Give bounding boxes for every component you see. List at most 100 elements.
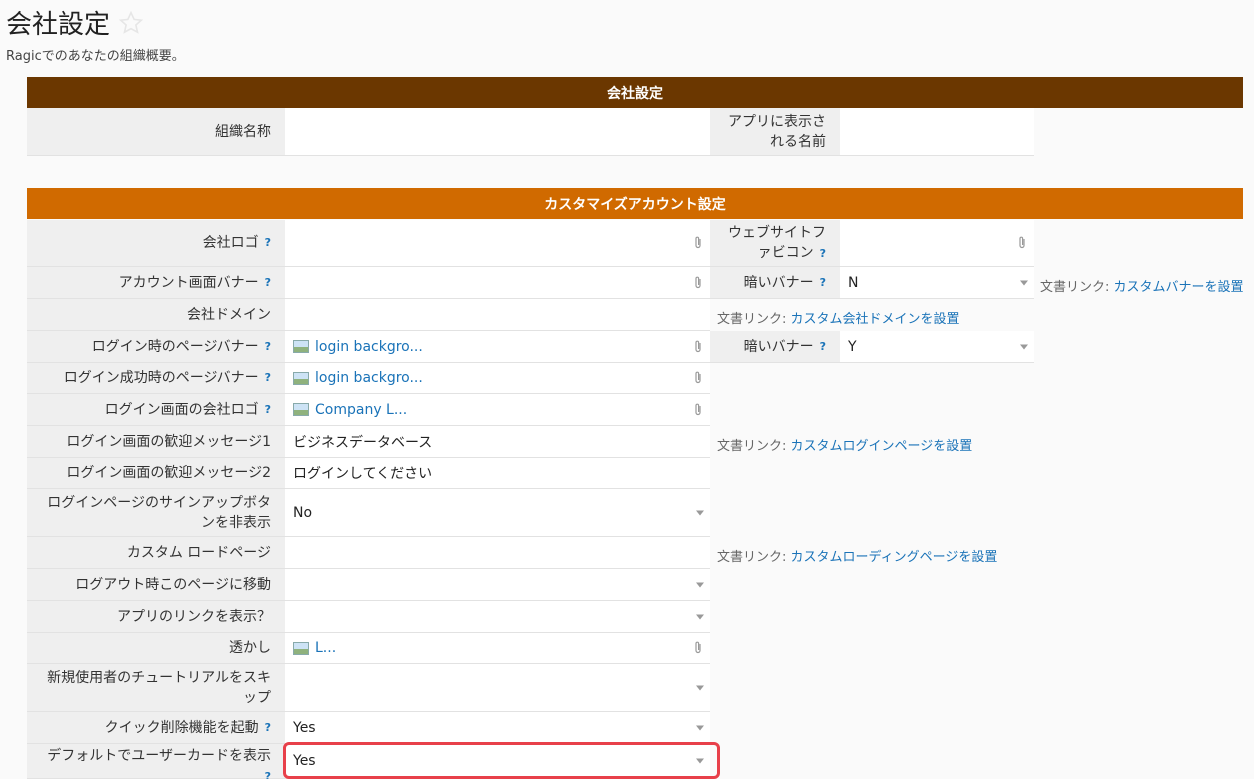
chevron-down-icon[interactable] xyxy=(1020,280,1028,285)
default-user-card-select[interactable]: Yes xyxy=(285,744,710,779)
account-banner-label: アカウント画面バナー? xyxy=(27,267,285,299)
chevron-down-icon[interactable] xyxy=(696,758,704,764)
chevron-down-icon[interactable] xyxy=(1020,344,1028,349)
image-icon xyxy=(293,641,309,655)
paperclip-icon[interactable] xyxy=(692,276,704,290)
help-icon[interactable]: ? xyxy=(265,368,271,388)
favicon-label-text: ウェブサイトフ ァビコン? xyxy=(728,223,826,264)
org-name-label: 組織名称 xyxy=(27,108,285,156)
help-icon[interactable]: ? xyxy=(265,233,271,253)
help-icon[interactable]: ? xyxy=(265,400,271,420)
doc-link-prefix: 文書リンク: xyxy=(1040,280,1114,295)
default-user-card-label-text: デフォルトでユーザーカードを表示 ? xyxy=(47,746,271,779)
login-company-logo-field[interactable]: Company L... xyxy=(285,394,710,426)
dark-banner-value: Y xyxy=(848,338,857,355)
watermark-field[interactable]: L... xyxy=(285,633,710,664)
chevron-down-icon[interactable] xyxy=(696,614,704,619)
company-domain-field[interactable] xyxy=(285,299,710,331)
login-success-banner-field[interactable]: login backgro... xyxy=(285,363,710,394)
login-success-banner-file-link[interactable]: login backgro... xyxy=(315,370,423,386)
image-icon xyxy=(293,340,309,353)
dark-banner-value: N xyxy=(848,274,859,291)
company-logo-field[interactable] xyxy=(285,220,710,267)
page-title: 会社設定 xyxy=(6,4,144,41)
skip-tutorial-select[interactable] xyxy=(285,664,710,712)
doc-link-custom-loading: 文書リンク: カスタムローディングページを設置 xyxy=(717,546,997,565)
login-success-banner-label-text: ログイン成功時のページバナー xyxy=(63,370,259,386)
help-icon[interactable]: ? xyxy=(265,718,271,738)
org-name-label-text: 組織名称 xyxy=(215,123,271,140)
custom-domain-link[interactable]: カスタム会社ドメインを設置 xyxy=(791,312,960,327)
paperclip-icon[interactable] xyxy=(692,340,704,354)
chevron-down-icon[interactable] xyxy=(696,725,704,730)
welcome-message-2-field[interactable]: ログインしてください xyxy=(285,458,710,489)
custom-login-link[interactable]: カスタムログインページを設置 xyxy=(791,439,973,454)
skip-tutorial-label-text: 新規使用者のチュートリアルをスキ ップ xyxy=(47,668,271,708)
hide-signup-label-line2: ンを非表示 xyxy=(201,514,271,531)
section-header-custom-account: カスタマイズアカウント設定 xyxy=(27,188,1243,219)
paperclip-icon[interactable] xyxy=(692,371,704,385)
doc-link-prefix: 文書リンク: xyxy=(717,550,791,565)
favicon-label-line2: ァビコン xyxy=(757,244,814,261)
doc-link-custom-login: 文書リンク: カスタムログインページを設置 xyxy=(717,435,972,454)
welcome-message-2-label: ログイン画面の歓迎メッセージ2 xyxy=(27,458,285,489)
paperclip-icon[interactable] xyxy=(1016,236,1028,250)
login-page-banner-label-text: ログイン時のページバナー xyxy=(91,338,259,355)
company-logo-label-text: 会社ロゴ xyxy=(202,235,259,251)
login-page-banner-file-link[interactable]: login backgro... xyxy=(315,339,423,355)
hide-signup-label-text: ログインページのサインアップボタ ンを非表示 xyxy=(47,493,271,533)
image-icon xyxy=(293,403,309,416)
custom-loading-link[interactable]: カスタムローディングページを設置 xyxy=(791,550,998,565)
help-icon[interactable]: ? xyxy=(820,337,826,357)
watermark-label-text: 透かし xyxy=(229,640,271,656)
app-name-field[interactable] xyxy=(840,108,1034,156)
chevron-down-icon[interactable] xyxy=(696,685,704,690)
paperclip-icon[interactable] xyxy=(692,236,704,250)
page-subtitle: Ragicでのあなたの組織概要。 xyxy=(6,49,185,64)
hide-signup-select[interactable]: No xyxy=(285,489,710,537)
dark-banner-select[interactable]: N xyxy=(840,267,1034,299)
quick-delete-label: クイック削除機能を起動? xyxy=(27,712,285,744)
quick-delete-value: Yes xyxy=(293,719,316,736)
account-banner-label-text: アカウント画面バナー xyxy=(118,274,259,291)
favicon-label-line1: ウェブサイトフ xyxy=(728,224,826,241)
logout-redirect-select[interactable] xyxy=(285,569,710,601)
login-page-banner-field[interactable]: login backgro... xyxy=(285,331,710,363)
paperclip-icon[interactable] xyxy=(692,641,704,655)
app-name-label: アプリに表示さ れる名前 xyxy=(710,108,840,156)
logout-redirect-label: ログアウト時このページに移動 xyxy=(27,569,285,601)
company-logo-label: 会社ロゴ? xyxy=(27,220,285,267)
company-domain-label-text: 会社ドメイン xyxy=(187,306,271,323)
show-app-link-label: アプリのリンクを表示？ xyxy=(27,601,285,633)
star-icon[interactable] xyxy=(118,10,144,36)
quick-delete-select[interactable]: Yes xyxy=(285,712,710,744)
chevron-down-icon[interactable] xyxy=(696,510,704,515)
help-icon[interactable]: ? xyxy=(265,337,271,357)
default-user-card-value: Yes xyxy=(293,753,316,769)
chevron-down-icon[interactable] xyxy=(696,582,704,587)
favicon-field[interactable] xyxy=(840,220,1034,267)
default-user-card-label-line1: デフォルトでユーザーカードを表示 xyxy=(47,748,271,764)
help-icon[interactable]: ? xyxy=(820,273,826,293)
paperclip-icon[interactable] xyxy=(692,403,704,417)
welcome-message-2-label-text: ログイン画面の歓迎メッセージ2 xyxy=(66,465,271,481)
show-app-link-label-text: アプリのリンクを表示？ xyxy=(117,608,271,625)
dark-banner-select-2[interactable]: Y xyxy=(840,331,1034,363)
help-icon[interactable]: ? xyxy=(265,770,271,779)
app-name-label-text: アプリに表示さ れる名前 xyxy=(728,112,826,152)
custom-loading-field[interactable] xyxy=(285,537,710,569)
help-icon[interactable]: ? xyxy=(820,247,826,260)
login-company-logo-file-link[interactable]: Company L... xyxy=(315,402,407,418)
section-header-company: 会社設定 xyxy=(27,77,1243,108)
welcome-message-1-field[interactable]: ビジネスデータベース xyxy=(285,426,710,458)
dark-banner-label-2: 暗いバナー? xyxy=(710,331,840,363)
show-app-link-select[interactable] xyxy=(285,601,710,633)
custom-loading-label-text: カスタム ロードページ xyxy=(126,544,271,561)
watermark-file-link[interactable]: L... xyxy=(315,640,336,656)
custom-banner-link[interactable]: カスタムバナーを設置 xyxy=(1114,280,1244,295)
org-name-field[interactable] xyxy=(285,108,710,156)
help-icon[interactable]: ? xyxy=(265,273,271,293)
image-icon xyxy=(293,371,309,385)
skip-tutorial-label: 新規使用者のチュートリアルをスキ ップ xyxy=(27,664,285,712)
account-banner-field[interactable] xyxy=(285,267,710,299)
